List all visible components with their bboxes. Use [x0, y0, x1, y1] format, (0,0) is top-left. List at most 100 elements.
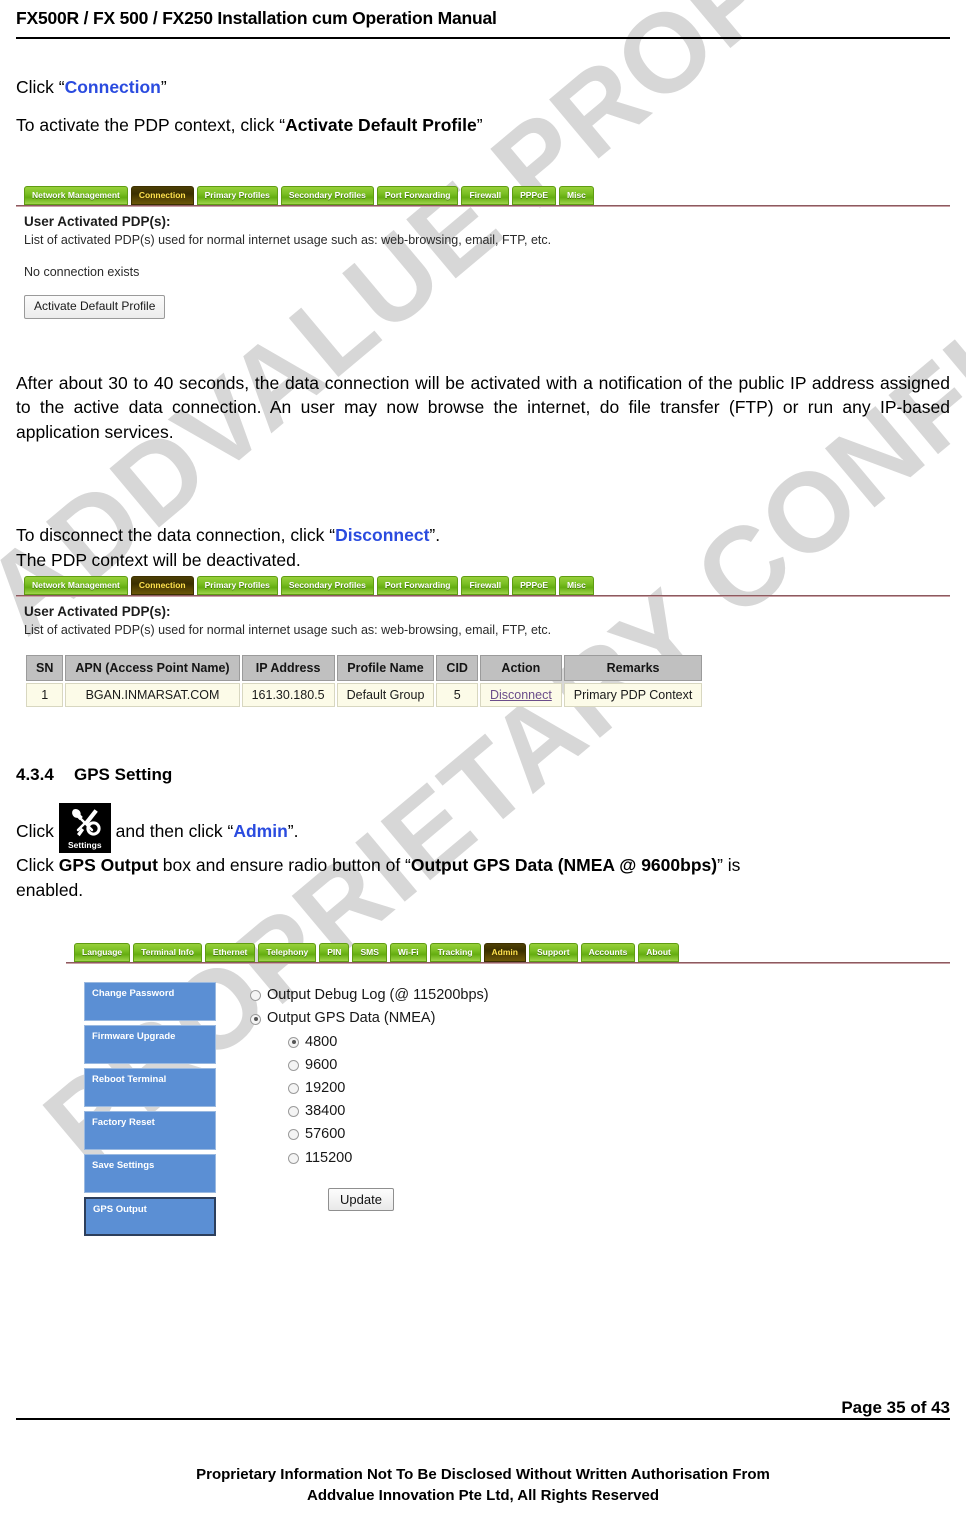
radio-baud-115200[interactable]: 115200: [250, 1147, 489, 1170]
tab-ethernet[interactable]: Ethernet: [204, 942, 256, 963]
radio-label: 115200: [305, 1149, 353, 1166]
cell-sn: 1: [26, 683, 64, 708]
tab-connection[interactable]: Connection: [130, 575, 194, 596]
tab-firewall[interactable]: Firewall: [461, 185, 510, 206]
radio-baud-9600[interactable]: 9600: [250, 1054, 489, 1077]
radio-label: 9600: [305, 1056, 338, 1073]
section-number: 4.3.4: [16, 765, 54, 785]
user-activated-pdp-heading-2: User Activated PDP(s):: [24, 604, 171, 620]
radio-label: 57600: [305, 1126, 346, 1143]
tab-telephony[interactable]: Telephony: [258, 942, 317, 963]
tab-primary-profiles[interactable]: Primary Profiles: [196, 185, 278, 206]
cell-action[interactable]: Disconnect: [479, 683, 562, 708]
footer-notice: Proprietary Information Not To Be Disclo…: [16, 1420, 950, 1529]
screenshot-connection-active-pdp: Network Management Connection Primary Prof…: [16, 575, 950, 709]
radio-option-output-gps-data-nmea-[interactable]: Output GPS Data (NMEA): [250, 1007, 489, 1030]
document-page: FX500R / FX 500 / FX250 Installation cum…: [0, 0, 966, 1529]
activate-suffix-text: ”: [476, 114, 483, 135]
tab-port-forwarding[interactable]: Port Forwarding: [376, 575, 459, 596]
radio-button[interactable]: [288, 1129, 299, 1141]
tab-sms[interactable]: SMS: [352, 942, 387, 963]
sidebar-item-firmware-upgrade[interactable]: Firmware Upgrade: [84, 1025, 216, 1065]
tab-tracking[interactable]: Tracking: [429, 942, 481, 963]
page-title: FX500R / FX 500 / FX250 Installation cum…: [16, 8, 497, 28]
instruction-activate-pdp: To activate the PDP context, click “Acti…: [16, 113, 950, 138]
tab-port-forwarding[interactable]: Port Forwarding: [376, 185, 459, 206]
gps-output-options: Output Debug Log (@ 115200bps) Output GPS…: [250, 982, 489, 1240]
footer-notice-line2: Addvalue Innovation Pte Ltd, All Rights …: [307, 1487, 659, 1505]
tab-about[interactable]: About: [638, 942, 679, 963]
update-button-wrap: Update: [250, 1187, 489, 1211]
radio-option-output-debug-log-115200bps-[interactable]: Output Debug Log (@ 115200bps): [250, 984, 489, 1007]
connection-link[interactable]: Connection: [65, 77, 161, 97]
footer-notice-line1: Proprietary Information Not To Be Disclo…: [196, 1465, 770, 1483]
tab-pppoe[interactable]: PPPoE: [512, 185, 556, 206]
tab-misc[interactable]: Misc: [559, 185, 594, 206]
sidebar-item-reboot-terminal[interactable]: Reboot Terminal: [84, 1068, 216, 1108]
tab-admin[interactable]: Admin: [483, 942, 526, 963]
radio-baud-4800[interactable]: 4800: [250, 1031, 489, 1054]
gps-output-mid: box and ensure radio button of “: [157, 855, 411, 876]
disconnect-suffix-text: ”.: [429, 525, 441, 546]
update-button[interactable]: Update: [328, 1187, 394, 1211]
output-gps-data-emphasis: Output GPS Data (NMEA @ 9600bps): [410, 855, 718, 876]
disconnect-link[interactable]: Disconnect: [335, 525, 429, 545]
section-heading-gps-setting: 4.3.4 GPS Setting: [16, 765, 950, 785]
activate-default-profile-button[interactable]: Activate Default Profile: [24, 295, 166, 319]
radio-button[interactable]: [288, 1152, 299, 1164]
tab-network-management[interactable]: Network Management: [24, 185, 128, 206]
paragraph-activation-description: After about 30 to 40 seconds, the data c…: [16, 372, 950, 443]
radio-button[interactable]: [250, 990, 261, 1002]
tab-language[interactable]: Language: [74, 942, 131, 963]
radio-button[interactable]: [288, 1083, 299, 1095]
instruction-disconnect: To disconnect the data connection, click…: [16, 523, 950, 548]
settings-icon[interactable]: Settings: [58, 803, 111, 854]
gps-output-emphasis: GPS Output: [58, 855, 158, 876]
admin-link[interactable]: Admin: [233, 821, 287, 841]
tab-support[interactable]: Support: [528, 942, 578, 963]
cell-apn: BGAN.INMARSAT.COM: [65, 683, 240, 708]
connection-panel-2: User Activated PDP(s): List of activated…: [16, 597, 950, 709]
tab-accounts[interactable]: Accounts: [580, 942, 636, 963]
radio-baud-57600[interactable]: 57600: [250, 1123, 489, 1146]
tab-connection[interactable]: Connection: [130, 185, 194, 206]
section-title: GPS Setting: [74, 765, 173, 785]
tab-secondary-profiles[interactable]: Secondary Profiles: [280, 185, 374, 206]
connection-panel: User Activated PDP(s): List of activated…: [16, 207, 950, 319]
tab-misc[interactable]: Misc: [559, 575, 594, 596]
instruction-click-settings-admin: Click Settings and then click “Admin”.: [16, 803, 950, 854]
cell-cid: 5: [436, 683, 478, 708]
tab-network-management[interactable]: Network Management: [24, 575, 128, 596]
sidebar-item-gps-output[interactable]: GPS Output: [84, 1197, 216, 1237]
gps-output-prefix: Click: [16, 855, 59, 876]
radio-button[interactable]: [288, 1059, 299, 1071]
user-activated-pdp-subtitle: List of activated PDP(s) used for normal…: [24, 232, 552, 247]
tab-terminal-info[interactable]: Terminal Info: [133, 942, 202, 963]
tab-pin[interactable]: PIN: [319, 942, 350, 963]
sidebar-item-change-password[interactable]: Change Password: [84, 982, 216, 1022]
radio-button[interactable]: [288, 1106, 299, 1118]
radio-label: 38400: [305, 1103, 346, 1120]
table-column-header: IP Address: [241, 655, 335, 682]
radio-label: Output GPS Data (NMEA): [267, 1010, 436, 1027]
screenshot-connection-no-pdp: Network Management Connection Primary Prof…: [16, 185, 950, 319]
activate-default-profile-emphasis: Activate Default Profile: [285, 114, 477, 135]
tab-secondary-profiles[interactable]: Secondary Profiles: [280, 575, 374, 596]
radio-baud-38400[interactable]: 38400: [250, 1100, 489, 1123]
connection-tabbar: Network Management Connection Primary Prof…: [16, 185, 950, 206]
click-suffix-text: ”: [160, 77, 167, 98]
tab-firewall[interactable]: Firewall: [461, 575, 510, 596]
radio-button[interactable]: [250, 1013, 261, 1025]
radio-button[interactable]: [288, 1036, 299, 1048]
tab-wi-fi[interactable]: Wi-Fi: [389, 942, 427, 963]
tab-pppoe[interactable]: PPPoE: [512, 575, 556, 596]
radio-baud-19200[interactable]: 19200: [250, 1077, 489, 1100]
tab-primary-profiles[interactable]: Primary Profiles: [196, 575, 278, 596]
sidebar-item-save-settings[interactable]: Save Settings: [84, 1154, 216, 1194]
disconnect-action-link[interactable]: Disconnect: [490, 688, 552, 702]
user-activated-pdp-subtitle-2: List of activated PDP(s) used for normal…: [24, 622, 552, 637]
sidebar-item-factory-reset[interactable]: Factory Reset: [84, 1111, 216, 1151]
cell-profile-name: Default Group: [336, 683, 435, 708]
table-column-header: APN (Access Point Name): [65, 655, 240, 682]
pdp-deactivated-text: The PDP context will be deactivated.: [16, 550, 301, 570]
